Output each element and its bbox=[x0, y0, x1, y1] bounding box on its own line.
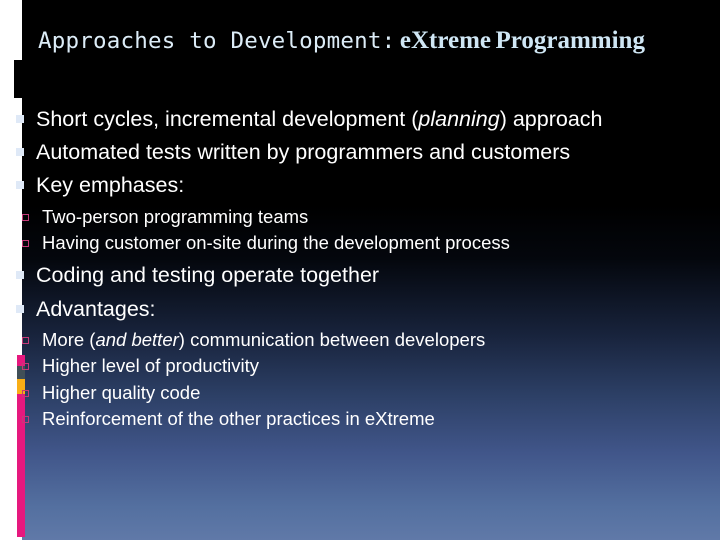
bullet-text-pre: Short cycles, incremental development ( bbox=[36, 107, 419, 131]
bullet-text: Key emphases: bbox=[36, 173, 185, 198]
bullet-text: Automated tests written by programmers a… bbox=[36, 140, 571, 165]
sub-bullet-text-pre: More ( bbox=[42, 328, 96, 350]
bullet-marker-square-icon bbox=[16, 181, 24, 190]
sub-bullet-marker-hollow-square-icon bbox=[22, 389, 29, 397]
slide-title: Approaches to Development: eXtreme Progr… bbox=[38, 26, 678, 55]
sub-bullet-text-italic: and better bbox=[95, 328, 179, 350]
title-mono-text: Approaches to Development: bbox=[38, 28, 396, 54]
sub-bullet-item: More (and better) communication between … bbox=[0, 327, 720, 353]
bullet-text-italic: planning bbox=[418, 107, 500, 131]
sub-bullet-item: Having customer on-site during the devel… bbox=[0, 230, 720, 256]
bullet-marker-square-icon bbox=[16, 271, 24, 280]
bullet-list-level-1: Short cycles, incremental development (p… bbox=[0, 104, 720, 433]
sub-bullet-text: Higher quality code bbox=[42, 381, 201, 403]
sub-bullet-text: Having customer on-site during the devel… bbox=[42, 231, 510, 253]
sub-bullet-item: Higher quality code bbox=[0, 380, 720, 406]
sub-bullet-marker-hollow-square-icon bbox=[22, 213, 29, 221]
sub-bullet-item: Two-person programming teams bbox=[0, 204, 720, 230]
bullet-item: Automated tests written by programmers a… bbox=[0, 137, 720, 168]
slide-canvas: Approaches to Development: eXtreme Progr… bbox=[0, 0, 720, 540]
sub-bullet-marker-hollow-square-icon bbox=[22, 416, 29, 424]
sub-bullet-marker-hollow-square-icon bbox=[22, 336, 29, 344]
bullet-marker-square-icon bbox=[16, 115, 24, 123]
bullet-text: Advantages: bbox=[36, 296, 156, 321]
bullet-marker-square-icon bbox=[16, 148, 24, 157]
title-serif-text-2: Programming bbox=[495, 27, 645, 54]
sub-bullet-marker-hollow-square-icon bbox=[22, 363, 29, 371]
sub-bullet-text: More (and better) communication between … bbox=[42, 329, 485, 350]
sub-bullet-text-post: ) communication between developers bbox=[178, 328, 486, 350]
sub-bullet-text: Two-person programming teams bbox=[42, 205, 309, 227]
bullet-item: Advantages: bbox=[0, 294, 720, 325]
sub-bullet-text: Higher level of productivity bbox=[42, 355, 259, 377]
title-serif-text-1: eXtreme bbox=[399, 27, 491, 54]
bullet-list-level-2: Two-person programming teams Having cust… bbox=[0, 204, 720, 257]
sub-bullet-item: Higher level of productivity bbox=[0, 353, 720, 379]
bullet-text-post: ) approach bbox=[499, 107, 603, 131]
bullet-text: Short cycles, incremental development (p… bbox=[36, 104, 676, 135]
bullet-item: Coding and testing operate together bbox=[0, 260, 720, 291]
slide-body: Short cycles, incremental development (p… bbox=[0, 104, 720, 437]
sub-bullet-marker-hollow-square-icon bbox=[22, 239, 29, 247]
sub-bullet-text: Reinforcement of the other practices in … bbox=[42, 408, 435, 430]
bullet-item: Key emphases: bbox=[0, 170, 720, 201]
sub-bullet-group: Two-person programming teams Having cust… bbox=[0, 204, 720, 257]
left-margin-notch bbox=[14, 60, 26, 98]
sub-bullet-item: Reinforcement of the other practices in … bbox=[0, 406, 720, 432]
bullet-item: Short cycles, incremental development (p… bbox=[0, 104, 720, 135]
bullet-text: Coding and testing operate together bbox=[36, 263, 380, 288]
bullet-marker-square-icon bbox=[16, 304, 24, 313]
sub-bullet-group: More (and better) communication between … bbox=[0, 327, 720, 433]
bullet-list-level-2: More (and better) communication between … bbox=[0, 327, 720, 433]
